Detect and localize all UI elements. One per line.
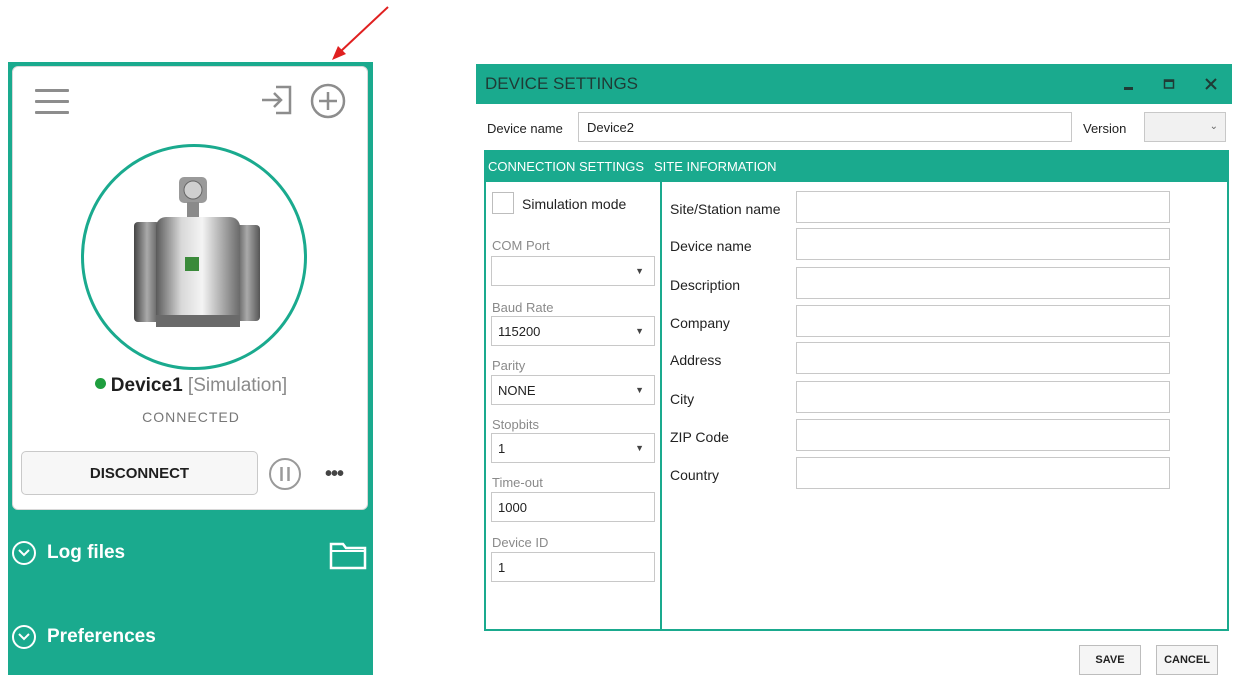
chevron-down-icon: ⌄ [1209,121,1218,132]
save-button[interactable]: SAVE [1079,645,1141,675]
minimize-icon[interactable] [1116,64,1142,104]
menu-icon[interactable] [35,89,69,115]
description-label: Description [670,277,741,293]
device-mode: [Simulation] [187,375,288,396]
baud-rate-select[interactable]: 115200 ▼ [491,316,655,346]
connected-status-dot [94,378,106,389]
zip-code-input[interactable] [796,419,1170,451]
annotation-arrow [332,6,389,60]
device-title: Device1 [Simulation] [13,375,369,397]
com-port-select[interactable]: ▼ [491,256,655,286]
version-label: Version [1083,121,1127,136]
site-device-name-label: Device name [670,238,752,254]
cancel-button[interactable]: CANCEL [1156,645,1218,675]
zip-code-label: ZIP Code [670,429,729,445]
dialog-title: DEVICE SETTINGS [485,74,639,93]
preferences-label: Preferences [47,626,156,647]
flowmeter-icon [134,177,260,327]
connection-status: CONNECTED [142,409,240,425]
dropdown-arrow-icon: ▼ [635,385,644,395]
country-label: Country [670,467,720,483]
disconnect-button[interactable]: DISCONNECT [21,451,258,495]
connection-settings-panel: Simulation mode COM Port ▼ Baud Rate 115… [484,182,662,631]
site-station-name-label: Site/Station name [670,201,781,217]
dropdown-arrow-icon: ▼ [635,266,644,276]
version-select[interactable]: ⌄ [1144,112,1226,142]
add-device-icon[interactable] [309,82,347,120]
description-input[interactable] [796,267,1170,299]
site-device-name-input[interactable] [796,228,1170,260]
baud-rate-label: Baud Rate [492,300,554,315]
settings-tabbar: CONNECTION SETTINGS SITE INFORMATION [484,150,1229,182]
pause-icon[interactable] [268,457,302,491]
log-files-label: Log files [47,542,126,563]
timeout-input[interactable]: 1000 [491,492,655,522]
device-id-input[interactable]: 1 [491,552,655,582]
baud-rate-value: 115200 [498,323,541,339]
device-panel: Device1 [Simulation] CONNECTED DISCONNEC… [8,62,373,675]
site-information-panel: Site/Station name Device name Descriptio… [660,182,1229,631]
address-input[interactable] [796,342,1170,374]
address-label: Address [670,352,722,368]
folder-icon[interactable] [329,540,367,570]
tab-connection-settings[interactable]: CONNECTION SETTINGS [488,159,644,174]
timeout-label: Time-out [492,475,543,490]
city-input[interactable] [796,381,1170,413]
company-label: Company [670,315,730,331]
tab-site-information[interactable]: SITE INFORMATION [654,159,777,174]
device-card: Device1 [Simulation] CONNECTED DISCONNEC… [12,66,368,510]
device-name-input[interactable]: Device2 [578,112,1072,142]
device-name: Device1 [110,375,183,396]
stopbits-value: 1 [498,440,506,456]
preferences-section[interactable]: Preferences [8,617,373,657]
company-input[interactable] [796,305,1170,337]
device-image [81,144,307,370]
simulation-mode-checkbox[interactable] [492,192,514,214]
device-id-label: Device ID [492,535,549,550]
city-label: City [670,391,695,407]
site-station-name-input[interactable] [796,191,1170,223]
login-icon[interactable] [260,84,294,116]
parity-select[interactable]: NONE ▼ [491,375,655,405]
stopbits-label: Stopbits [492,417,539,432]
simulation-mode-label: Simulation mode [522,196,627,212]
maximize-icon[interactable] [1156,64,1182,104]
more-options-icon[interactable]: ••• [325,463,344,486]
close-icon[interactable] [1198,64,1224,104]
country-input[interactable] [796,457,1170,489]
dropdown-arrow-icon: ▼ [635,326,644,336]
dropdown-arrow-icon: ▼ [635,443,644,453]
device-name-label: Device name [487,121,563,136]
com-port-label: COM Port [492,238,550,253]
stopbits-select[interactable]: 1 ▼ [491,433,655,463]
log-files-section[interactable]: Log files [8,533,373,573]
chevron-down-icon [12,541,36,565]
parity-label: Parity [492,358,526,373]
device-settings-dialog: DEVICE SETTINGS Device name Device2 Vers… [476,64,1232,675]
chevron-down-icon [12,625,36,649]
parity-value: NONE [498,382,536,398]
